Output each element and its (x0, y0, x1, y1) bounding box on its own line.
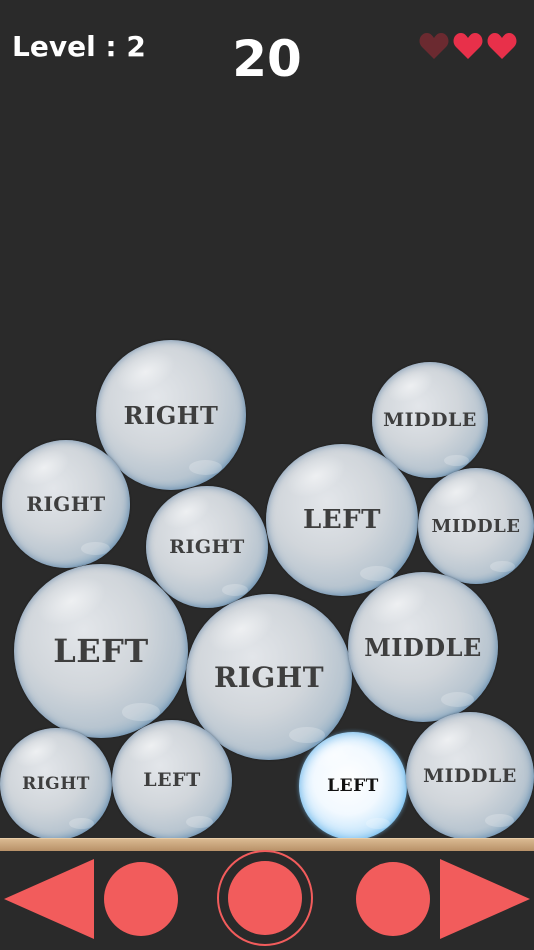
bubble-label: MIDDLE (431, 515, 521, 537)
bubble-label: LEFT (327, 776, 379, 796)
bubble-label: LEFT (143, 769, 201, 791)
bubble: RIGHT (146, 486, 268, 608)
right-arrow-button[interactable] (440, 859, 530, 939)
left-circle-button[interactable] (104, 862, 178, 936)
bubble-label: MIDDLE (423, 765, 517, 787)
bubble: RIGHT (0, 728, 112, 840)
bubble: LEFT (112, 720, 232, 840)
bubble-label: RIGHT (22, 774, 90, 794)
bubble-label: LEFT (53, 632, 149, 670)
bubble-label: RIGHT (26, 492, 106, 516)
heart-icon (453, 33, 483, 59)
left-arrow-button[interactable] (4, 859, 94, 939)
heart-icon (419, 33, 449, 59)
bubble: MIDDLE (406, 712, 534, 840)
bubble-label: RIGHT (213, 660, 325, 694)
bubble-label: MIDDLE (364, 632, 482, 662)
right-circle-button[interactable] (356, 862, 430, 936)
lives-display (418, 30, 518, 62)
heart-icon (487, 33, 517, 59)
middle-circle-button[interactable] (217, 850, 313, 946)
active-bubble: LEFT (299, 732, 407, 840)
bubble-label: RIGHT (169, 536, 245, 558)
bubble: MIDDLE (348, 572, 498, 722)
bubble-label: LEFT (303, 505, 381, 535)
bubble: LEFT (266, 444, 418, 596)
control-bar (0, 850, 534, 950)
middle-circle-core (228, 861, 302, 935)
bubble: MIDDLE (418, 468, 534, 584)
bubble: RIGHT (2, 440, 130, 568)
bubble-label: RIGHT (123, 400, 219, 430)
bubble-label: MIDDLE (383, 409, 477, 431)
bubble: LEFT (14, 564, 188, 738)
